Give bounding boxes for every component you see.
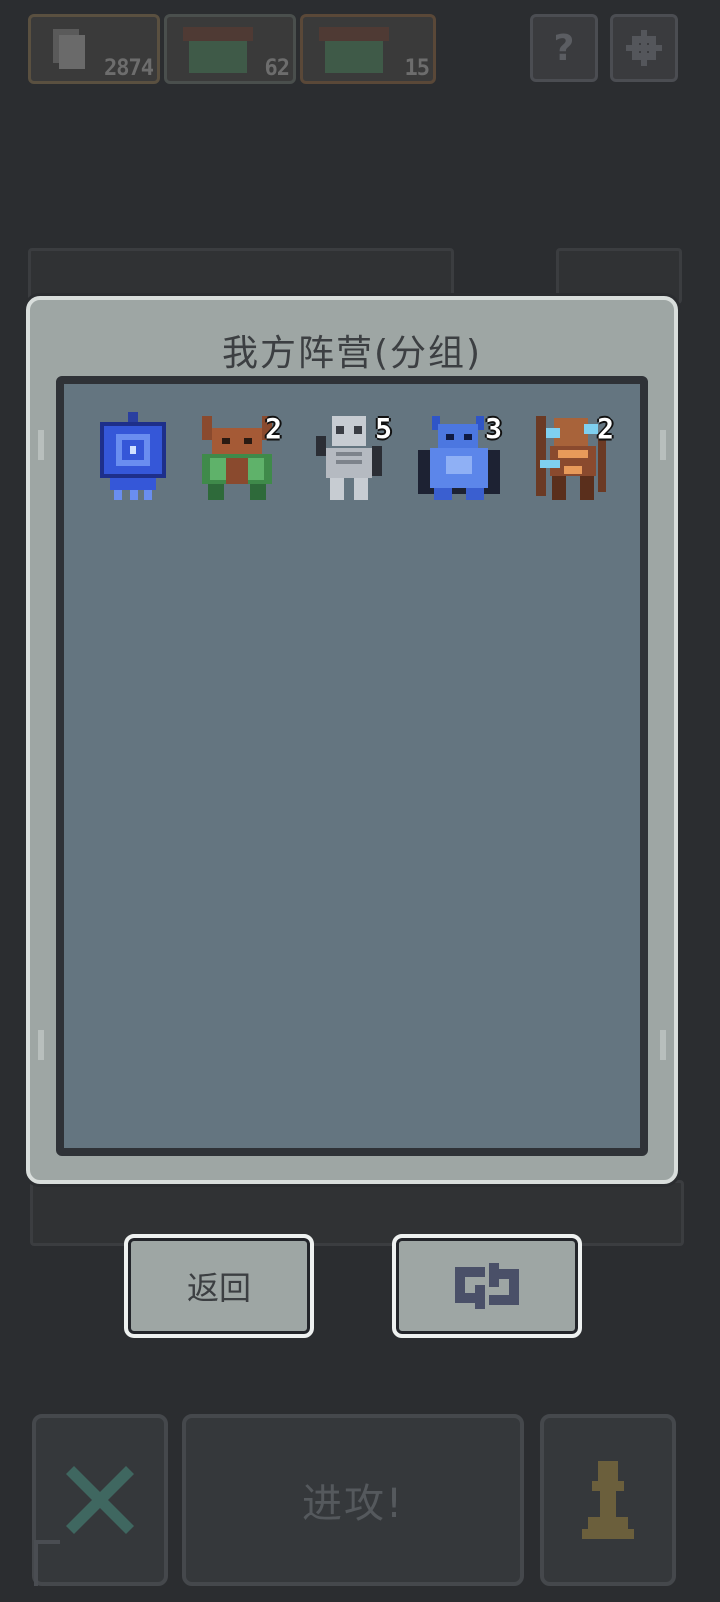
panel-title: 我方阵营(分组) xyxy=(221,333,483,374)
unit-slot[interactable]: 2 xyxy=(196,410,286,506)
unit-count: 3 xyxy=(485,412,502,445)
attack-button[interactable]: 进攻! xyxy=(182,1414,524,1586)
unit-count: 5 xyxy=(375,412,392,445)
unit-slot[interactable]: 3 xyxy=(416,410,506,506)
panel-rivet xyxy=(660,1030,666,1060)
help-label: ? xyxy=(553,27,575,69)
swap-button[interactable] xyxy=(392,1234,582,1338)
resource-monster-a: 62 xyxy=(164,14,296,84)
swap-icon xyxy=(455,1263,519,1309)
back-button-label: 返回 xyxy=(186,1269,251,1307)
gear-icon xyxy=(626,30,662,66)
help-button[interactable]: ? xyxy=(530,14,598,82)
banner-icon xyxy=(100,412,166,500)
corner-bracket-icon xyxy=(34,1540,60,1586)
faction-panel: 我方阵营(分组) 2 5 3 2 xyxy=(26,296,678,1184)
back-button[interactable]: 返回 xyxy=(124,1234,314,1338)
panel-rivet xyxy=(38,430,44,460)
resource-value: 62 xyxy=(264,56,290,81)
panel-rivet xyxy=(660,430,666,460)
unit-slot[interactable]: 2 xyxy=(528,410,618,506)
settings-button[interactable] xyxy=(610,14,678,82)
pawn-icon xyxy=(582,1461,634,1539)
resource-cards: 2874 xyxy=(28,14,160,84)
panel-rivet xyxy=(38,1030,44,1060)
unit-grid: 2 5 3 2 xyxy=(56,376,648,1156)
unit-slot[interactable]: 5 xyxy=(306,410,396,506)
attack-button-label: 进攻! xyxy=(301,1481,405,1527)
close-icon xyxy=(66,1466,134,1534)
card-icon xyxy=(53,29,85,69)
resource-value: 2874 xyxy=(104,56,154,81)
unit-count: 2 xyxy=(597,412,614,445)
unit-count: 2 xyxy=(265,412,282,445)
unit-slot[interactable] xyxy=(88,410,178,506)
monster-icon xyxy=(183,27,253,73)
resource-value: 15 xyxy=(404,56,430,81)
monster-icon xyxy=(319,27,389,73)
pawn-button[interactable] xyxy=(540,1414,676,1586)
resource-monster-b: 15 xyxy=(300,14,436,84)
